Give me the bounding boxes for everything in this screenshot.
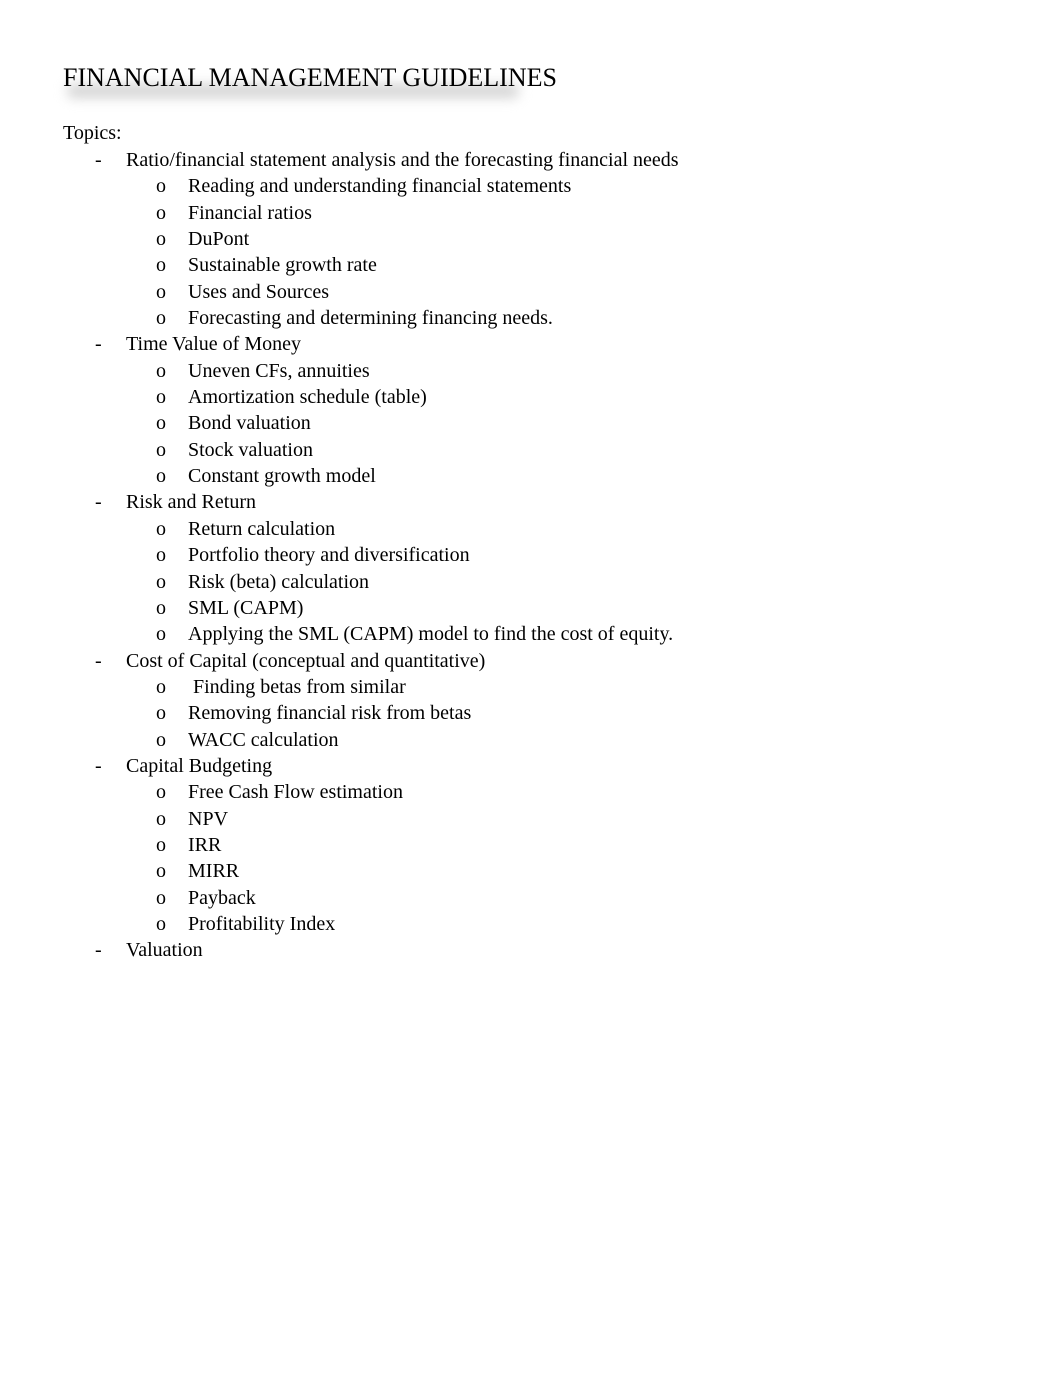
subtopic-item: o Portfolio theory and diversification bbox=[0, 542, 1062, 568]
topic-item: - Risk and Return bbox=[0, 489, 1062, 515]
topic-item: - Cost of Capital (conceptual and quantit… bbox=[0, 648, 1062, 674]
subtopic-label: Finding betas from similar bbox=[188, 675, 406, 698]
subtopic-label: Risk (beta) calculation bbox=[188, 570, 370, 593]
topic-label: Valuation bbox=[126, 939, 203, 962]
dash-bullet-icon: - bbox=[95, 754, 102, 777]
topic-label: Time Value of Money bbox=[126, 333, 301, 356]
subtopic-item: o Profitability Index bbox=[0, 911, 1062, 937]
topic-item: - Ratio/financial statement analysis and … bbox=[0, 147, 1062, 173]
subtopic-label: WACC calculation bbox=[188, 728, 339, 751]
circle-bullet-icon: o bbox=[156, 912, 166, 935]
subtopic-label: Applying the SML (CAPM) model to find th… bbox=[188, 623, 674, 646]
subtopic-item: o Reading and understanding financial sta… bbox=[0, 173, 1062, 199]
subtopic-item: o DuPont bbox=[0, 226, 1062, 252]
subtopic-item: o Risk (beta) calculation bbox=[0, 569, 1062, 595]
subtopic-label: Amortization schedule (table) bbox=[188, 386, 427, 409]
subtopic-item: o Constant growth model bbox=[0, 463, 1062, 489]
circle-bullet-icon: o bbox=[156, 781, 166, 804]
circle-bullet-icon: o bbox=[156, 833, 166, 856]
circle-bullet-icon: o bbox=[156, 359, 166, 382]
circle-bullet-icon: o bbox=[156, 465, 166, 488]
circle-bullet-icon: o bbox=[156, 702, 166, 725]
subtopic-item: o Uneven CFs, annuities bbox=[0, 358, 1062, 384]
topic-item: - Time Value of Money bbox=[0, 331, 1062, 357]
subtopic-label: DuPont bbox=[188, 228, 250, 251]
topics-label: Topics: bbox=[63, 122, 122, 144]
subtopic-label: MIRR bbox=[188, 860, 240, 883]
circle-bullet-icon: o bbox=[156, 623, 166, 646]
subtopic-item: o SML (CAPM) bbox=[0, 595, 1062, 621]
subtopic-label: Sustainable growth rate bbox=[188, 254, 377, 277]
circle-bullet-icon: o bbox=[156, 728, 166, 751]
circle-bullet-icon: o bbox=[156, 807, 166, 830]
topic-item: - Valuation bbox=[0, 937, 1062, 963]
subtopic-label: SML (CAPM) bbox=[188, 596, 304, 619]
subtopic-item: o Uses and Sources bbox=[0, 279, 1062, 305]
circle-bullet-icon: o bbox=[156, 438, 166, 461]
subtopic-item: o Financial ratios bbox=[0, 200, 1062, 226]
subtopic-item: o Free Cash Flow estimation bbox=[0, 779, 1062, 805]
topic-label: Risk and Return bbox=[126, 491, 256, 514]
circle-bullet-icon: o bbox=[156, 860, 166, 883]
subtopic-label: Forecasting and determining financing ne… bbox=[188, 307, 553, 330]
document-title: FINANCIAL MANAGEMENT GUIDELINES bbox=[63, 63, 557, 92]
circle-bullet-icon: o bbox=[156, 254, 166, 277]
dash-bullet-icon: - bbox=[95, 649, 102, 672]
subtopic-item: o Return calculation bbox=[0, 516, 1062, 542]
subtopic-label: Bond valuation bbox=[188, 412, 311, 435]
subtopic-item: o IRR bbox=[0, 832, 1062, 858]
topic-label: Cost of Capital (conceptual and quantita… bbox=[126, 649, 486, 672]
dash-bullet-icon: - bbox=[95, 491, 102, 514]
circle-bullet-icon: o bbox=[156, 175, 166, 198]
circle-bullet-icon: o bbox=[156, 412, 166, 435]
circle-bullet-icon: o bbox=[156, 544, 166, 567]
subtopic-item: o Sustainable growth rate bbox=[0, 252, 1062, 278]
subtopic-label: Constant growth model bbox=[188, 465, 376, 488]
subtopic-item: o Bond valuation bbox=[0, 410, 1062, 436]
circle-bullet-icon: o bbox=[156, 280, 166, 303]
circle-bullet-icon: o bbox=[156, 228, 166, 251]
subtopic-label: Stock valuation bbox=[188, 438, 313, 461]
circle-bullet-icon: o bbox=[156, 675, 166, 698]
document-page: FINANCIAL MANAGEMENT GUIDELINES Topics: … bbox=[0, 0, 1062, 1377]
subtopic-label: Reading and understanding financial stat… bbox=[188, 175, 572, 198]
dash-bullet-icon: - bbox=[95, 333, 102, 356]
subtopic-item: o Forecasting and determining financing n… bbox=[0, 305, 1062, 331]
subtopic-label: Profitability Index bbox=[188, 912, 336, 935]
subtopic-label: Return calculation bbox=[188, 517, 336, 540]
subtopic-label: Uneven CFs, annuities bbox=[188, 359, 370, 382]
subtopic-item: o Amortization schedule (table) bbox=[0, 384, 1062, 410]
topic-label: Ratio/financial statement analysis and t… bbox=[126, 149, 679, 171]
topics-outline: - Ratio/financial statement analysis and … bbox=[0, 147, 1062, 964]
subtopic-label: Portfolio theory and diversification bbox=[188, 544, 470, 567]
subtopic-label: Free Cash Flow estimation bbox=[188, 781, 403, 804]
subtopic-label: Financial ratios bbox=[188, 201, 312, 224]
circle-bullet-icon: o bbox=[156, 307, 166, 330]
circle-bullet-icon: o bbox=[156, 570, 166, 593]
dash-bullet-icon: - bbox=[95, 149, 102, 171]
title-block: FINANCIAL MANAGEMENT GUIDELINES bbox=[63, 62, 557, 98]
subtopic-item: o Stock valuation bbox=[0, 437, 1062, 463]
circle-bullet-icon: o bbox=[156, 596, 166, 619]
circle-bullet-icon: o bbox=[156, 886, 166, 909]
topic-item: - Capital Budgeting bbox=[0, 753, 1062, 779]
subtopic-label: Uses and Sources bbox=[188, 280, 330, 303]
topic-label: Capital Budgeting bbox=[126, 754, 273, 777]
subtopic-item: o Finding betas from similar bbox=[0, 674, 1062, 700]
circle-bullet-icon: o bbox=[156, 517, 166, 540]
subtopic-item: o MIRR bbox=[0, 858, 1062, 884]
circle-bullet-icon: o bbox=[156, 386, 166, 409]
subtopic-label: NPV bbox=[188, 807, 229, 830]
circle-bullet-icon: o bbox=[156, 201, 166, 224]
dash-bullet-icon: - bbox=[95, 939, 102, 962]
subtopic-item: o NPV bbox=[0, 806, 1062, 832]
subtopic-item: o Removing financial risk from betas bbox=[0, 700, 1062, 726]
subtopic-label: Removing financial risk from betas bbox=[188, 702, 472, 725]
subtopic-item: o Applying the SML (CAPM) model to find t… bbox=[0, 621, 1062, 647]
subtopic-item: o WACC calculation bbox=[0, 727, 1062, 753]
subtopic-item: o Payback bbox=[0, 885, 1062, 911]
subtopic-label: IRR bbox=[188, 833, 222, 856]
subtopic-label: Payback bbox=[188, 886, 256, 909]
